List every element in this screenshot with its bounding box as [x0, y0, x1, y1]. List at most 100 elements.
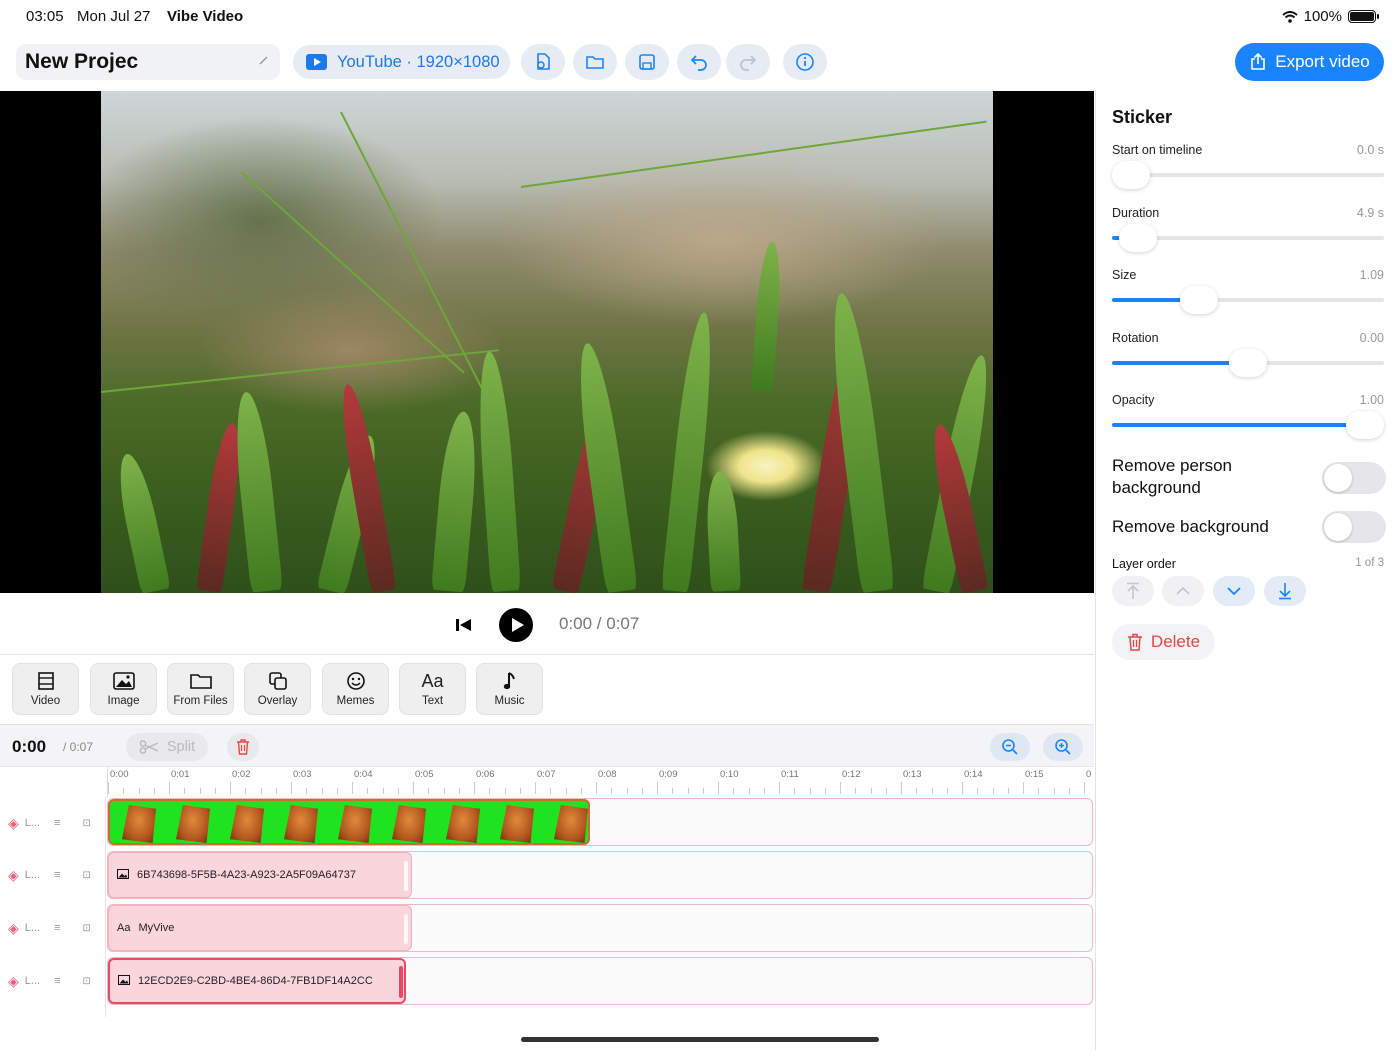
ruler-tick: [977, 788, 979, 794]
project-name-field[interactable]: New Projec: [16, 44, 280, 80]
move-up-button[interactable]: [1162, 576, 1204, 606]
export-video-button[interactable]: Export video: [1235, 43, 1384, 81]
trim-handle[interactable]: [404, 861, 408, 891]
info-button[interactable]: [783, 44, 827, 80]
filmstrip-frame: [488, 801, 534, 843]
remove-background-toggle[interactable]: [1322, 511, 1386, 543]
ruler-tick: [306, 788, 308, 794]
ruler-tick: [946, 788, 948, 794]
photo-icon: [118, 974, 130, 988]
lock-icon[interactable]: ⊡: [83, 870, 91, 881]
filmstrip-frame: [434, 801, 480, 843]
slider-label: Opacity: [1112, 393, 1155, 407]
slider-value: 1.00: [1359, 393, 1384, 407]
video-preview[interactable]: [0, 91, 1094, 593]
split-button[interactable]: Split: [126, 733, 208, 761]
move-down-button[interactable]: [1213, 576, 1255, 606]
ruler-tick: [443, 788, 445, 794]
save-button[interactable]: [625, 44, 669, 80]
image-clip[interactable]: 6B743698-5F5B-4A23-A923-2A5F09A64737: [108, 852, 412, 898]
slider-thumb[interactable]: [1119, 224, 1158, 252]
open-folder-button[interactable]: [573, 44, 617, 80]
tool-label: Music: [494, 695, 525, 707]
slider-track[interactable]: [1112, 224, 1384, 252]
slider-value: 0.0 s: [1356, 143, 1384, 157]
undo-button[interactable]: [677, 44, 721, 80]
slider-label: Duration: [1112, 206, 1160, 220]
ruler-tick: [382, 788, 384, 794]
lock-icon[interactable]: ⊡: [83, 976, 91, 987]
lock-icon[interactable]: ⊡: [83, 923, 91, 934]
image-clip-selected[interactable]: 12ECD2E9-C2BD-4BE4-86D4-7FB1DF14A2CC: [108, 958, 406, 1004]
slider-label: Start on timeline: [1112, 143, 1203, 157]
video-clip[interactable]: [108, 799, 590, 845]
tool-from-files-button[interactable]: From Files: [167, 663, 234, 715]
ruler-tick-label: 0:08: [598, 769, 617, 780]
ruler-tick: [230, 782, 231, 794]
bring-to-front-button[interactable]: [1112, 576, 1154, 606]
slider-track[interactable]: [1112, 286, 1384, 314]
play-button[interactable]: [499, 608, 533, 642]
drag-handle-icon[interactable]: ≡: [54, 922, 60, 934]
sticker-inspector-panel: Sticker Start on timeline 0.0 s Duration 4.…: [1095, 91, 1400, 1050]
track-lane[interactable]: 6B743698-5F5B-4A23-A923-2A5F09A64737: [107, 851, 1093, 899]
remove-person-background-toggle[interactable]: [1322, 462, 1386, 494]
tool-music-button[interactable]: Music: [476, 663, 543, 715]
ruler-tick: [779, 782, 780, 794]
layer-order-value: 1 of 3: [1355, 557, 1384, 569]
delete-button[interactable]: Delete: [1112, 624, 1215, 660]
trash-icon: [237, 739, 249, 755]
ruler-tick: [535, 782, 536, 794]
panel-title: Sticker: [1112, 107, 1173, 127]
ruler-tick: [1038, 788, 1040, 794]
ruler-tick: [962, 782, 963, 794]
trim-handle[interactable]: [404, 914, 408, 944]
slider-track[interactable]: [1112, 161, 1384, 189]
slider-track[interactable]: [1112, 411, 1384, 439]
tool-video-button[interactable]: Video: [12, 663, 79, 715]
redo-button[interactable]: [726, 44, 770, 80]
remove-person-background-label: Remove person background: [1112, 456, 1233, 497]
home-indicator[interactable]: [521, 1037, 879, 1042]
tool-image-button[interactable]: Image: [90, 663, 157, 715]
slider-thumb[interactable]: [1112, 161, 1150, 189]
delete-clip-button[interactable]: [227, 733, 259, 761]
ruler-tick: [916, 788, 918, 794]
ruler-tick: [458, 788, 460, 794]
drag-handle-icon[interactable]: ≡: [54, 869, 60, 881]
trash-icon: [1127, 633, 1142, 651]
format-selector[interactable]: YouTube · 1920×1080: [293, 45, 510, 79]
ruler-tick: [489, 788, 491, 794]
ruler-tick: [291, 782, 292, 794]
ruler-tick-label: 0:00: [110, 769, 129, 780]
timeline-ruler[interactable]: 0:00 0:01 0:02 0:03 0:04 0:05 0:06 0:07 0:08 0:09…: [107, 767, 1094, 797]
tool-overlay-button[interactable]: Overlay: [244, 663, 311, 715]
file-edit-button[interactable]: [521, 44, 565, 80]
drag-handle-icon[interactable]: ≡: [54, 975, 60, 987]
track-lane[interactable]: 12ECD2E9-C2BD-4BE4-86D4-7FB1DF14A2CC: [107, 957, 1093, 1005]
tool-text-button[interactable]: Aa Text: [399, 663, 466, 715]
ruler-tick: [1023, 782, 1024, 794]
slider-thumb[interactable]: [1179, 286, 1218, 314]
skip-to-start-icon[interactable]: [455, 617, 473, 633]
slider-thumb[interactable]: [1229, 349, 1267, 377]
status-app-name: Vibe Video: [167, 8, 244, 25]
tool-memes-button[interactable]: Memes: [322, 663, 389, 715]
zoom-out-button[interactable]: [990, 733, 1030, 761]
ruler-tick: [169, 782, 170, 794]
slider-thumb[interactable]: [1346, 411, 1384, 439]
text-clip[interactable]: Aa MyVive: [108, 905, 412, 951]
track-lane[interactable]: [107, 798, 1093, 846]
track-label: L...: [24, 817, 41, 829]
slider-track[interactable]: [1112, 349, 1384, 377]
track-lane[interactable]: Aa MyVive: [107, 904, 1093, 952]
text-icon: Aa: [117, 922, 131, 934]
trim-handle[interactable]: [399, 966, 403, 998]
ruler-tick: [611, 788, 613, 794]
zoom-in-button[interactable]: [1043, 733, 1083, 761]
send-to-back-button[interactable]: [1264, 576, 1306, 606]
status-time: 03:05: [26, 8, 64, 25]
ruler-tick: [641, 788, 643, 794]
drag-handle-icon[interactable]: ≡: [54, 817, 60, 829]
lock-icon[interactable]: ⊡: [83, 818, 91, 829]
